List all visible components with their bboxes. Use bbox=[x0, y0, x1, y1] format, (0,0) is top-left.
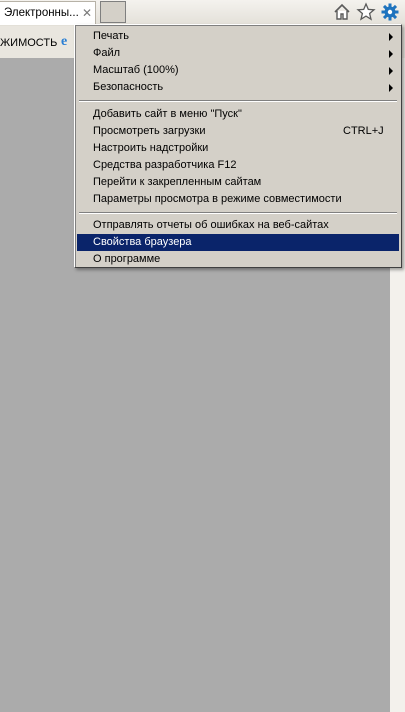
menu-item-zoom[interactable]: Масштаб (100%) bbox=[77, 62, 399, 79]
close-tab-icon[interactable]: ✕ bbox=[82, 6, 92, 20]
menu-item-developer-tools[interactable]: Средства разработчика F12 bbox=[77, 157, 399, 174]
home-icon[interactable] bbox=[332, 2, 352, 22]
star-icon[interactable] bbox=[356, 2, 376, 22]
menu-item-report-errors[interactable]: Отправлять отчеты об ошибках на веб-сайт… bbox=[77, 217, 399, 234]
menu-item-manage-addons[interactable]: Настроить надстройки bbox=[77, 140, 399, 157]
menu-item-view-downloads[interactable]: Просмотреть загрузки CTRL+J bbox=[77, 123, 399, 140]
menu-item-add-to-start[interactable]: Добавить сайт в меню "Пуск" bbox=[77, 106, 399, 123]
menu-separator bbox=[79, 212, 397, 214]
gear-icon[interactable] bbox=[380, 2, 400, 22]
submenu-arrow-icon bbox=[389, 67, 393, 75]
menu-item-security[interactable]: Безопасность bbox=[77, 79, 399, 96]
submenu-arrow-icon bbox=[389, 50, 393, 58]
new-tab-button[interactable] bbox=[100, 1, 126, 23]
submenu-arrow-icon bbox=[389, 33, 393, 41]
submenu-arrow-icon bbox=[389, 84, 393, 92]
tab-bar: Электронны... ✕ bbox=[0, 0, 405, 26]
menu-item-compat-view-settings[interactable]: Параметры просмотра в режиме совместимос… bbox=[77, 191, 399, 208]
compat-view-label[interactable]: ЖИМОСТЬ bbox=[0, 37, 57, 49]
menu-item-print[interactable]: Печать bbox=[77, 28, 399, 45]
browser-tab[interactable]: Электронны... ✕ bbox=[0, 1, 96, 25]
ie-logo-icon[interactable]: e bbox=[60, 33, 74, 47]
menu-item-pinned-sites[interactable]: Перейти к закрепленным сайтам bbox=[77, 174, 399, 191]
tab-title: Электронны... bbox=[4, 7, 79, 19]
menu-item-file[interactable]: Файл bbox=[77, 45, 399, 62]
menu-item-about[interactable]: О программе bbox=[77, 251, 399, 268]
tools-menu: Печать Файл Масштаб (100%) Безопасность … bbox=[74, 24, 402, 268]
menu-separator bbox=[79, 100, 397, 102]
shortcut-label: CTRL+J bbox=[343, 125, 384, 137]
svg-text:e: e bbox=[61, 34, 67, 47]
menu-item-internet-options[interactable]: Свойства браузера bbox=[77, 234, 399, 251]
